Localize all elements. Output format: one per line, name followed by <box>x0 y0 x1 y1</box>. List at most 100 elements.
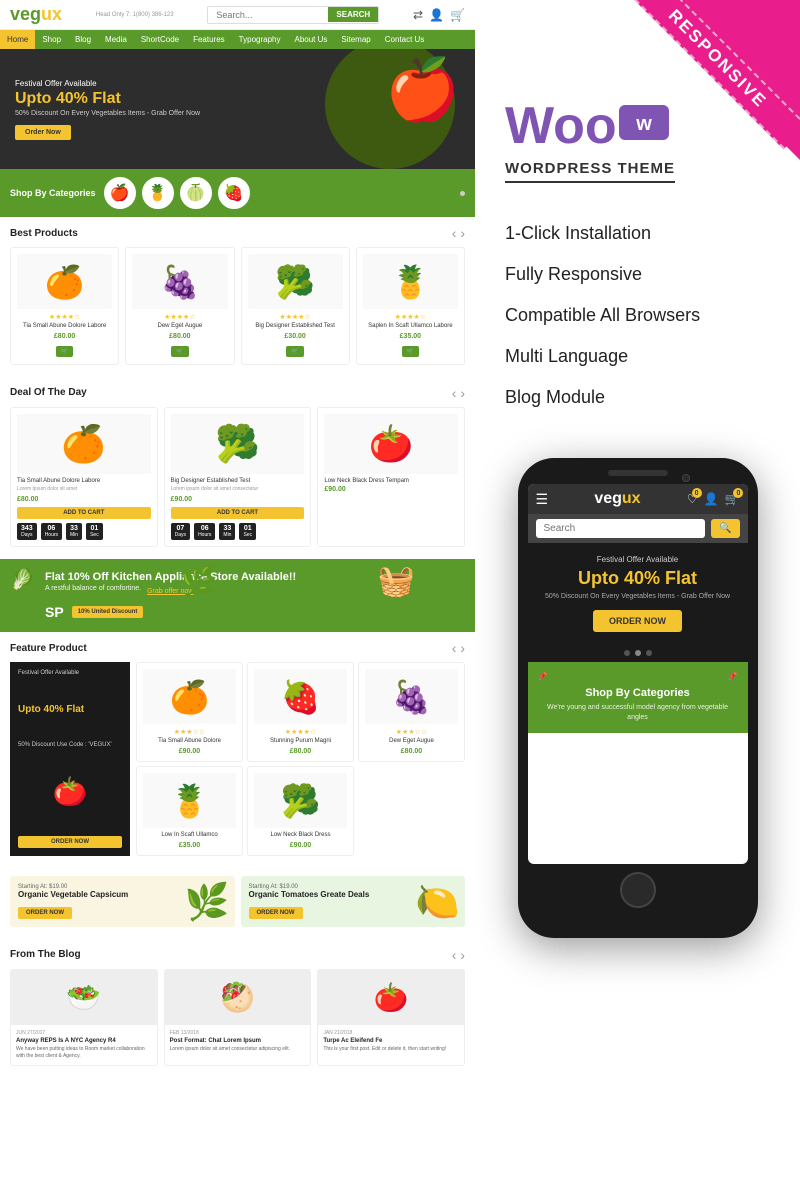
hero-cta-button[interactable]: Order Now <box>15 125 71 140</box>
phone-speaker <box>608 470 668 476</box>
best-products-nav[interactable]: ‹ › <box>452 225 465 241</box>
phone-home-button[interactable] <box>620 872 656 908</box>
blog-header: From The Blog ‹ › <box>10 947 465 963</box>
phone-hero-subtitle: Festival Offer Available <box>540 555 736 564</box>
phone-category-pins: 📌 📌 <box>538 672 738 681</box>
product-price-1: £80.00 <box>17 333 112 340</box>
feature-nav[interactable]: ‹ › <box>452 640 465 656</box>
promo-card-1: Starting At: $19.00 Organic Vegetable Ca… <box>10 876 235 927</box>
product-card-4: 🍍 ★★★★☆ Saplen In Scaft Ullamco Labore £… <box>356 247 465 365</box>
fp-image-2: 🍓 <box>254 669 347 724</box>
feature-order-btn[interactable]: ORDER NOW <box>18 836 122 848</box>
category-pineapple[interactable]: 🍍 <box>142 177 174 209</box>
phone-device: ☰ vegux ♡ 0 👤 🛒 0 <box>518 458 758 938</box>
site-navigation: Home Shop Blog Media ShortCode Features … <box>0 30 475 49</box>
deal-name-2: Big Designer Established Test <box>171 478 305 484</box>
promo-card-2: Starting At: $19.00 Organic Tomatoes Gre… <box>241 876 466 927</box>
compare-icon[interactable]: ⇄ <box>413 8 423 22</box>
nav-media[interactable]: Media <box>98 30 134 49</box>
product-card-3: 🥦 ★★★★☆ Big Designer Established Test £3… <box>241 247 350 365</box>
add-to-cart-4[interactable]: 🛒 <box>402 346 419 357</box>
blog-card-2: 🥙 FEB 13/2018 Post Format: Chat Lorem Ip… <box>164 969 312 1066</box>
phone-camera <box>682 474 690 482</box>
feature-products-section: Feature Product ‹ › Festival Offer Avail… <box>0 632 475 864</box>
site-search-input[interactable] <box>208 7 328 23</box>
blog-date-1: JUN 27/2017 <box>16 1030 152 1036</box>
blog-content-3: JAN 21/2018 Turpe Ac Eleifend Fe This is… <box>318 1025 464 1058</box>
wishlist-badge: 0 <box>692 488 702 498</box>
category-apple[interactable]: 🍎 <box>104 177 136 209</box>
nav-contact[interactable]: Contact Us <box>378 30 432 49</box>
feature-product-4: 🍍 Low In Scaft Ullamco £35.00 <box>136 766 243 856</box>
nav-home[interactable]: Home <box>0 30 35 49</box>
fp-rating-1: ★★★☆☆ <box>143 728 236 736</box>
nav-shortcode[interactable]: ShortCode <box>134 30 186 49</box>
pin-right: 📌 <box>728 672 738 681</box>
deal-image-1: 🍊 <box>17 414 151 474</box>
product-price-3: £30.00 <box>248 333 343 340</box>
promo-basket-icon: 🧺 <box>378 564 415 599</box>
promo-leaf-icon: 🥬 <box>10 567 35 592</box>
deal-image-3: 🍅 <box>324 414 458 474</box>
phone-logo: vegux <box>594 490 640 508</box>
timer-hours-2: 06Hours <box>194 523 215 540</box>
feature-product-2: 🍓 ★★★★☆ Stunning Purum Magni £80.00 <box>247 662 354 762</box>
nav-sitemap[interactable]: Sitemap <box>334 30 377 49</box>
fp-image-3: 🍇 <box>365 669 458 724</box>
add-to-cart-2[interactable]: 🛒 <box>171 346 188 357</box>
product-price-4: £35.00 <box>363 333 458 340</box>
nav-about[interactable]: About Us <box>287 30 334 49</box>
nav-features[interactable]: Features <box>186 30 232 49</box>
phone-screen: ☰ vegux ♡ 0 👤 🛒 0 <box>528 484 748 864</box>
fp-price-5: £90.00 <box>254 842 347 849</box>
deal-desc-2: Lorem ipsum dolor sit amet consectetur <box>171 486 305 493</box>
cart-icon[interactable]: 🛒 <box>450 8 465 22</box>
deal-price-2: £90.00 <box>171 496 305 503</box>
product-price-2: £80.00 <box>132 333 227 340</box>
nav-shop[interactable]: Shop <box>35 30 68 49</box>
timer-mins-1: 33Min <box>66 523 82 540</box>
blog-title: From The Blog <box>10 949 81 960</box>
nav-blog[interactable]: Blog <box>68 30 98 49</box>
add-to-cart-1[interactable]: 🛒 <box>56 346 73 357</box>
fp-name-4: Low In Scaft Ullamco <box>143 832 236 840</box>
phone-search-input[interactable] <box>536 519 706 538</box>
fp-name-1: Tia Small Abune Dolore <box>143 738 236 746</box>
blog-content-1: JUN 27/2017 Anyway REPS Is A NYC Agency … <box>11 1025 157 1065</box>
site-search-button[interactable]: SEARCH <box>328 7 378 22</box>
fp-price-3: £80.00 <box>365 748 458 755</box>
woo-logo: Woo w <box>505 100 770 152</box>
feature-product-1: 🍊 ★★★☆☆ Tia Small Abune Dolore £90.00 <box>136 662 243 762</box>
deal-of-day-title: Deal Of The Day <box>10 387 87 398</box>
deal-cart-btn-1[interactable]: ADD TO CART <box>17 507 151 519</box>
deal-card-3: 🍅 Low Neck Black Dress Tempam £90.00 <box>317 407 465 548</box>
account-icon[interactable]: 👤 <box>429 8 444 22</box>
phone-order-button[interactable]: ORDER NOW <box>593 610 682 632</box>
nav-typography[interactable]: Typography <box>232 30 288 49</box>
deal-cart-btn-2[interactable]: ADD TO CART <box>171 507 305 519</box>
promo-card-btn-2[interactable]: ORDER NOW <box>249 907 303 919</box>
deal-grid: 🍊 Tia Small Abune Dolore Labore Lorem ip… <box>10 407 465 548</box>
feature-product-5: 🥦 Low Neck Black Dress £90.00 <box>247 766 354 856</box>
product-rating-3: ★★★★☆ <box>248 313 343 321</box>
feature-banner-code: 50% Discount Use Code : 'VEGUX' <box>18 742 122 748</box>
product-image-3: 🥦 <box>248 254 343 309</box>
feature-2: Fully Responsive <box>505 254 770 295</box>
fp-name-3: Dew Eget Augue <box>365 738 458 746</box>
phone-search-button[interactable]: 🔍 <box>711 519 739 538</box>
deal-nav[interactable]: ‹ › <box>452 385 465 401</box>
blog-image-2: 🥙 <box>165 970 311 1025</box>
promo-card-btn-1[interactable]: ORDER NOW <box>18 907 72 919</box>
product-name-2: Dew Eget Augue <box>132 323 227 331</box>
blog-nav[interactable]: ‹ › <box>452 947 465 963</box>
blog-grid: 🥗 JUN 27/2017 Anyway REPS Is A NYC Agenc… <box>10 969 465 1066</box>
category-pomegranate[interactable]: 🍈 <box>180 177 212 209</box>
product-card-1: 🍊 ★★★★☆ Tia Small Abune Dolore Labore £8… <box>10 247 119 365</box>
product-rating-4: ★★★★☆ <box>363 313 458 321</box>
category-strawberry[interactable]: 🍓 <box>218 177 250 209</box>
page-dot-2 <box>460 191 465 196</box>
svg-text:w: w <box>635 113 652 135</box>
add-to-cart-3[interactable]: 🛒 <box>286 346 303 357</box>
deal-card-2: 🥦 Big Designer Established Test Lorem ip… <box>164 407 312 548</box>
cart-badge: 0 <box>733 488 743 498</box>
